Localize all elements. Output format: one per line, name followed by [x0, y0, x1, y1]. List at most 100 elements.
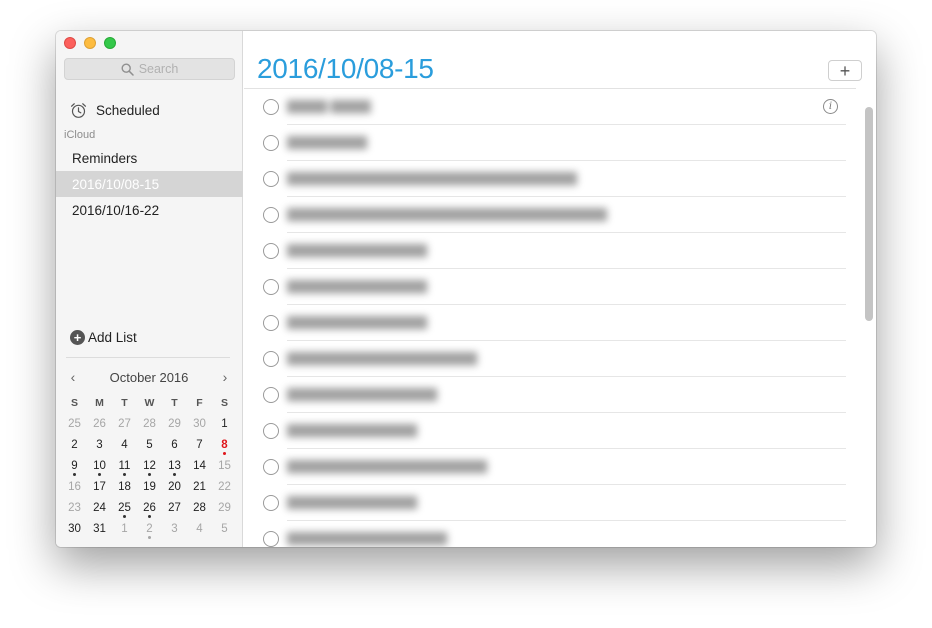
calendar-day[interactable]: 6 [162, 435, 187, 456]
reminder-dot-indicator [123, 515, 126, 518]
reminder-row[interactable]: ▇▇▇▇▇▇▇▇▇▇▇▇▇ [244, 485, 856, 521]
calendar-day[interactable]: 23 [62, 498, 87, 519]
sidebar-item-2016-10-16-22[interactable]: 2016/10/16-22 [56, 197, 243, 223]
calendar-day[interactable]: 29 [162, 414, 187, 435]
calendar-day[interactable]: 24 [87, 498, 112, 519]
zoom-window-button[interactable] [104, 37, 116, 49]
minimize-window-button[interactable] [84, 37, 96, 49]
calendar-day[interactable]: 10 [87, 456, 112, 477]
weekday-label: T [171, 397, 178, 409]
calendar-day[interactable]: 14 [187, 456, 212, 477]
reminder-title[interactable]: ▇▇▇▇▇▇▇▇▇▇▇▇▇▇▇▇▇▇▇▇▇▇▇▇▇▇▇▇▇▇▇▇ [287, 206, 607, 222]
weekday-label: F [196, 397, 203, 409]
close-window-button[interactable] [64, 37, 76, 49]
reminder-checkbox[interactable] [263, 135, 279, 151]
reminder-title[interactable]: ▇▇▇▇▇▇▇▇▇▇▇▇▇▇ [287, 242, 427, 258]
calendar-day[interactable]: 12 [137, 456, 162, 477]
calendar-day[interactable]: 18 [112, 477, 137, 498]
calendar-day[interactable]: 3 [87, 435, 112, 456]
info-icon[interactable]: i [823, 99, 838, 114]
reminder-title[interactable]: ▇▇▇▇▇▇▇▇▇▇▇▇▇▇▇ [287, 386, 437, 402]
calendar-day[interactable]: 28 [187, 498, 212, 519]
calendar-day[interactable]: 5 [137, 435, 162, 456]
reminder-title[interactable]: ▇▇▇▇▇▇▇▇ [287, 134, 367, 150]
reminder-row[interactable]: ▇▇▇▇▇▇▇▇▇▇▇▇▇▇▇▇ [244, 521, 856, 547]
calendar-day[interactable]: 11 [112, 456, 137, 477]
calendar-day[interactable]: 5 [212, 519, 237, 540]
add-reminder-button[interactable]: + [828, 60, 862, 81]
calendar-day[interactable]: 27 [162, 498, 187, 519]
reminder-row[interactable]: ▇▇▇▇▇▇▇▇▇▇▇▇▇▇ [244, 269, 856, 305]
reminder-row[interactable]: ▇▇▇▇ ▇▇▇▇ i [244, 89, 856, 125]
reminder-title[interactable]: ▇▇▇▇▇▇▇▇▇▇▇▇▇▇▇▇ [287, 530, 447, 546]
reminder-row[interactable]: ▇▇▇▇▇▇▇▇▇▇▇▇▇▇▇ [244, 377, 856, 413]
calendar-day[interactable]: 13 [162, 456, 187, 477]
calendar-next-month-button[interactable]: › [218, 369, 232, 385]
calendar-day[interactable]: 19 [137, 477, 162, 498]
reminder-dot-indicator [123, 473, 126, 476]
reminder-row[interactable]: ▇▇▇▇▇▇▇▇▇▇▇▇▇▇▇▇▇▇▇▇▇▇▇▇▇▇▇▇▇ [244, 161, 856, 197]
reminder-title[interactable]: ▇▇▇▇ ▇▇▇▇ [287, 98, 371, 114]
calendar-day[interactable]: 15 [212, 456, 237, 477]
reminder-title[interactable]: ▇▇▇▇▇▇▇▇▇▇▇▇▇▇ [287, 278, 427, 294]
calendar-day[interactable]: 30 [187, 414, 212, 435]
calendar-day[interactable]: 4 [112, 435, 137, 456]
reminder-checkbox[interactable] [263, 207, 279, 223]
reminder-row[interactable]: ▇▇▇▇▇▇▇▇▇▇▇▇▇ [244, 413, 856, 449]
reminder-checkbox[interactable] [263, 531, 279, 547]
reminder-row[interactable]: ▇▇▇▇▇▇▇▇▇▇▇▇▇▇▇▇▇▇▇▇ [244, 449, 856, 485]
calendar-day[interactable]: 28 [137, 414, 162, 435]
reminder-row[interactable]: ▇▇▇▇▇▇▇▇▇▇▇▇▇▇▇▇▇▇▇▇▇▇▇▇▇▇▇▇▇▇▇▇ [244, 197, 856, 233]
calendar-day[interactable]: 25 [62, 414, 87, 435]
calendar-day[interactable]: 16 [62, 477, 87, 498]
calendar-day[interactable]: 31 [87, 519, 112, 540]
calendar-day[interactable]: 25 [112, 498, 137, 519]
reminder-row[interactable]: ▇▇▇▇▇▇▇▇▇▇▇▇▇▇ [244, 305, 856, 341]
add-list-button[interactable]: + Add List [70, 330, 137, 345]
reminder-title[interactable]: ▇▇▇▇▇▇▇▇▇▇▇▇▇▇▇▇▇▇▇ [287, 350, 477, 366]
calendar-day[interactable]: 17 [87, 477, 112, 498]
reminder-checkbox[interactable] [263, 279, 279, 295]
calendar-day[interactable]: 26 [87, 414, 112, 435]
reminder-title[interactable]: ▇▇▇▇▇▇▇▇▇▇▇▇▇▇▇▇▇▇▇▇▇▇▇▇▇▇▇▇▇ [287, 170, 577, 186]
calendar-day[interactable]: 26 [137, 498, 162, 519]
calendar-day[interactable]: 1 [112, 519, 137, 540]
calendar-day[interactable]: 2 [62, 435, 87, 456]
calendar-month-label: October 2016 [109, 369, 189, 385]
calendar-day[interactable]: 3 [162, 519, 187, 540]
scrollbar-thumb[interactable] [865, 107, 873, 321]
reminder-row[interactable]: ▇▇▇▇▇▇▇▇ [244, 125, 856, 161]
scheduled-list[interactable]: Scheduled [70, 100, 160, 120]
calendar-day[interactable]: 21 [187, 477, 212, 498]
calendar-day[interactable]: 7 [187, 435, 212, 456]
calendar-day[interactable]: 30 [62, 519, 87, 540]
reminder-row[interactable]: ▇▇▇▇▇▇▇▇▇▇▇▇▇▇▇▇▇▇▇ [244, 341, 856, 377]
reminder-checkbox[interactable] [263, 99, 279, 115]
reminder-checkbox[interactable] [263, 315, 279, 331]
calendar-day[interactable]: 22 [212, 477, 237, 498]
calendar-day[interactable]: 4 [187, 519, 212, 540]
calendar-day[interactable]: 2 [137, 519, 162, 540]
reminder-row[interactable]: ▇▇▇▇▇▇▇▇▇▇▇▇▇▇ [244, 233, 856, 269]
reminder-title[interactable]: ▇▇▇▇▇▇▇▇▇▇▇▇▇ [287, 422, 417, 438]
reminder-checkbox[interactable] [263, 459, 279, 475]
sidebar-item-reminders[interactable]: Reminders [56, 145, 243, 171]
reminder-title[interactable]: ▇▇▇▇▇▇▇▇▇▇▇▇▇ [287, 494, 417, 510]
reminder-title[interactable]: ▇▇▇▇▇▇▇▇▇▇▇▇▇▇ [287, 314, 427, 330]
reminder-checkbox[interactable] [263, 243, 279, 259]
reminder-title[interactable]: ▇▇▇▇▇▇▇▇▇▇▇▇▇▇▇▇▇▇▇▇ [287, 458, 487, 474]
calendar-day[interactable]: 29 [212, 498, 237, 519]
calendar-prev-month-button[interactable]: ‹ [66, 369, 80, 385]
reminder-checkbox[interactable] [263, 351, 279, 367]
sidebar-item-2016-10-08-15[interactable]: 2016/10/08-15 [56, 171, 243, 197]
calendar-day-today[interactable]: 8 [212, 435, 237, 456]
calendar-day[interactable]: 20 [162, 477, 187, 498]
calendar-day[interactable]: 27 [112, 414, 137, 435]
search-field[interactable]: Search [64, 58, 235, 80]
reminder-checkbox[interactable] [263, 387, 279, 403]
reminder-checkbox[interactable] [263, 423, 279, 439]
reminder-checkbox[interactable] [263, 495, 279, 511]
calendar-day[interactable]: 1 [212, 414, 237, 435]
calendar-day[interactable]: 9 [62, 456, 87, 477]
reminder-checkbox[interactable] [263, 171, 279, 187]
